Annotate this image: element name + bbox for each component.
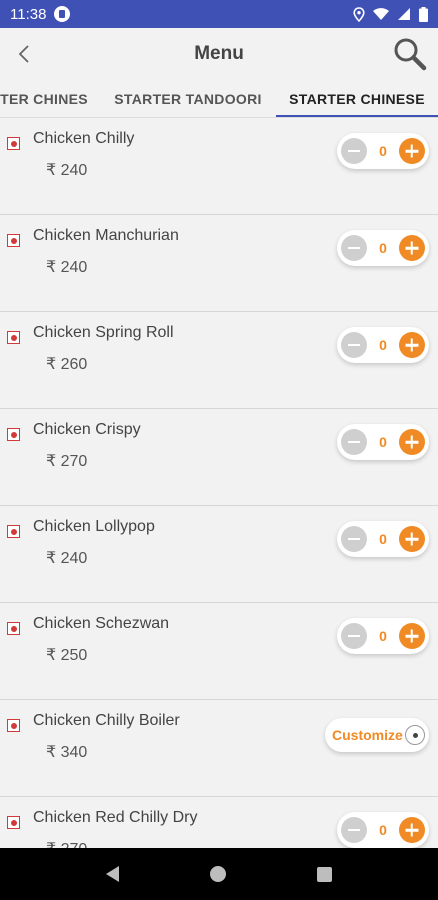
minus-icon[interactable] — [341, 429, 367, 455]
quantity-value: 0 — [379, 143, 387, 159]
nonveg-icon — [7, 137, 20, 150]
item-price: ₹ 270 — [46, 453, 88, 470]
minus-icon[interactable] — [341, 623, 367, 649]
menu-item: Chicken Crispy ₹ 270 0 — [0, 409, 438, 506]
plus-icon[interactable] — [398, 235, 425, 261]
item-price: ₹ 250 — [46, 647, 88, 664]
menu-item: Chicken Schezwan ₹ 250 0 — [0, 603, 438, 700]
menu-item: Chicken Manchurian ₹ 240 0 — [0, 215, 438, 312]
item-name: Chicken Chilly Boiler — [33, 712, 180, 729]
menu-item: Chicken Lollypop ₹ 240 0 — [0, 506, 438, 603]
menu-item: Chicken Chilly Boiler ₹ 340 Customize — [0, 700, 438, 797]
minus-icon[interactable] — [341, 138, 367, 164]
app-bar: Menu — [0, 28, 438, 80]
status-icons — [353, 6, 428, 22]
menu-item: Chicken Red Chilly Dry ₹ 270 0 — [0, 797, 438, 848]
quantity-stepper: 0 — [337, 133, 429, 169]
menu-item: Chicken Chilly ₹ 240 0 — [0, 118, 438, 215]
item-name: Chicken Chilly — [33, 130, 135, 147]
quantity-value: 0 — [379, 822, 387, 838]
minus-icon[interactable] — [341, 235, 367, 261]
status-time: 11:38 — [10, 5, 47, 23]
item-name: Chicken Spring Roll — [33, 324, 174, 341]
customize-label: Customize — [332, 727, 403, 743]
tab-starter-chinese-partial[interactable]: TER CHINES — [0, 80, 90, 117]
system-nav-bar — [0, 848, 438, 900]
nav-recent-icon[interactable] — [317, 866, 333, 882]
search-icon — [394, 38, 427, 71]
item-name: Chicken Red Chilly Dry — [33, 809, 198, 826]
quantity-stepper: 0 — [337, 812, 429, 848]
nonveg-icon — [7, 331, 20, 344]
search-button[interactable] — [390, 34, 430, 74]
quantity-value: 0 — [379, 337, 387, 353]
menu-item: Chicken Spring Roll ₹ 260 0 — [0, 312, 438, 409]
nav-home-icon[interactable] — [209, 866, 226, 882]
item-name: Chicken Lollypop — [33, 518, 155, 535]
plus-icon[interactable] — [398, 429, 425, 455]
battery-icon — [419, 6, 428, 22]
item-name: Chicken Schezwan — [33, 615, 170, 632]
item-price: ₹ 340 — [46, 744, 88, 761]
quantity-stepper: 0 — [337, 230, 429, 266]
radio-icon — [405, 725, 425, 745]
quantity-stepper: 0 — [337, 327, 429, 363]
customize-button[interactable]: Customize — [325, 718, 429, 752]
minus-icon[interactable] — [341, 332, 367, 358]
item-price: ₹ 270 — [46, 839, 87, 848]
plus-icon[interactable] — [398, 623, 425, 649]
quantity-value: 0 — [379, 531, 387, 547]
menu-list[interactable]: Chicken Chilly ₹ 240 0 Chicken Manchuria… — [0, 118, 438, 848]
nonveg-icon — [7, 622, 20, 635]
nav-back-icon[interactable] — [105, 866, 119, 882]
app-notification-icon — [54, 6, 71, 22]
quantity-value: 0 — [379, 628, 387, 644]
item-name: Chicken Manchurian — [33, 227, 179, 244]
location-icon — [353, 6, 365, 22]
plus-icon[interactable] — [398, 526, 425, 552]
item-name: Chicken Crispy — [33, 421, 141, 438]
plus-icon[interactable] — [398, 138, 425, 164]
status-bar: 11:38 — [0, 0, 438, 28]
minus-icon[interactable] — [341, 526, 367, 552]
minus-icon[interactable] — [341, 817, 367, 843]
quantity-stepper: 0 — [337, 521, 429, 557]
tab-starter-tandoori[interactable]: STARTER TANDOORI — [106, 80, 270, 117]
chevron-left-icon — [18, 45, 29, 63]
back-button[interactable] — [10, 40, 38, 68]
page-title: Menu — [194, 43, 244, 64]
quantity-stepper: 0 — [337, 618, 429, 654]
item-price: ₹ 240 — [46, 259, 88, 276]
nonveg-icon — [7, 428, 20, 441]
nonveg-icon — [7, 719, 20, 732]
nonveg-icon — [7, 234, 20, 247]
category-tabs: TER CHINES STARTER TANDOORI STARTER CHIN… — [0, 80, 438, 118]
item-price: ₹ 240 — [46, 162, 88, 179]
tab-starter-chinese[interactable]: STARTER CHINESE — [276, 80, 438, 117]
nonveg-icon — [7, 525, 20, 538]
plus-icon[interactable] — [398, 332, 425, 358]
wifi-icon — [373, 7, 389, 20]
quantity-stepper: 0 — [337, 424, 429, 460]
signal-icon — [398, 8, 410, 20]
item-price: ₹ 260 — [46, 356, 88, 373]
plus-icon[interactable] — [398, 817, 425, 843]
quantity-value: 0 — [379, 434, 387, 450]
item-price: ₹ 240 — [46, 550, 88, 567]
quantity-value: 0 — [379, 240, 387, 256]
nonveg-icon — [7, 816, 20, 829]
